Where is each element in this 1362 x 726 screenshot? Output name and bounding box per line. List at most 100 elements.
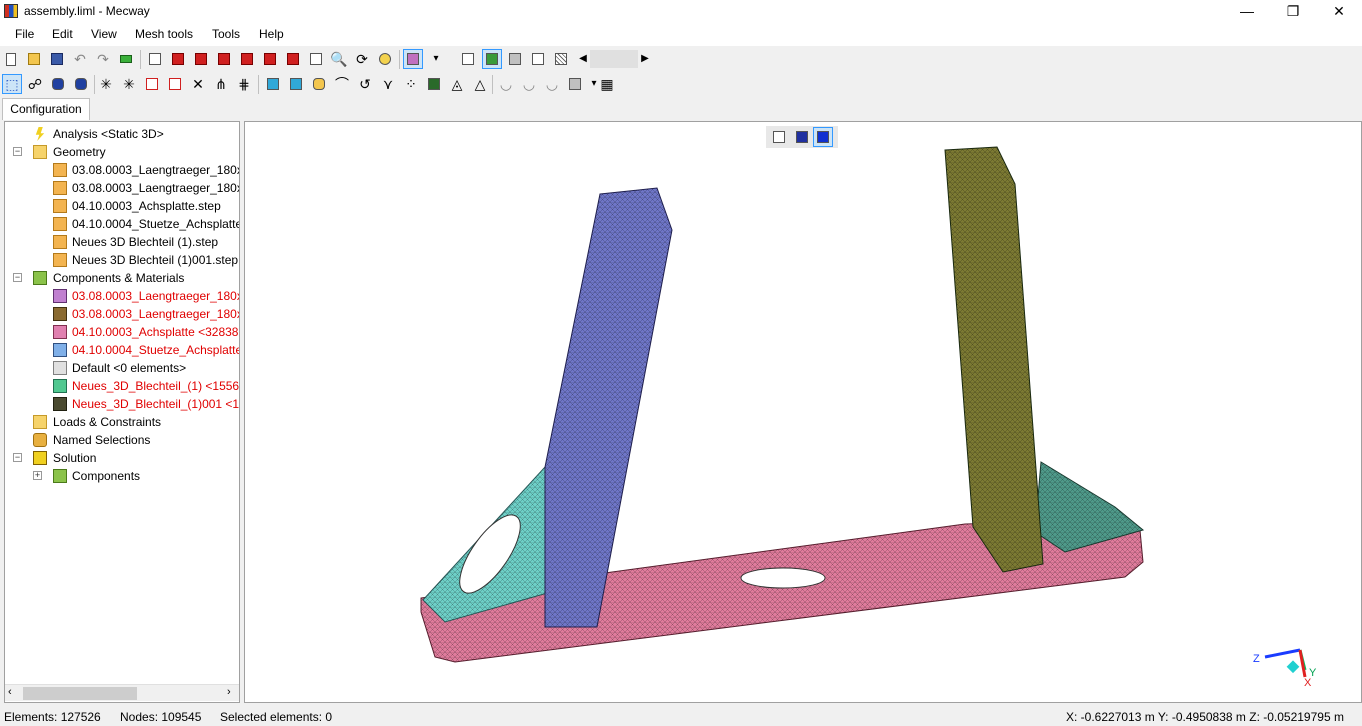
expand-icon[interactable]: + <box>33 471 42 480</box>
save-icon[interactable] <box>48 50 66 68</box>
shell-icon[interactable]: ◡ <box>497 75 515 93</box>
revolve-icon[interactable]: ↺ <box>356 75 374 93</box>
tab-configuration[interactable]: Configuration <box>2 98 90 120</box>
menu-help[interactable]: Help <box>259 27 284 41</box>
cylinder-icon[interactable] <box>310 75 328 93</box>
geometry-file-icon <box>53 235 67 249</box>
mesh-model[interactable]: Z Y X <box>245 122 1362 703</box>
rectangle-icon[interactable] <box>143 75 161 93</box>
refine-icon[interactable] <box>566 75 584 93</box>
geometry-file-icon <box>53 199 67 213</box>
view-top-icon[interactable] <box>261 50 279 68</box>
maximize-button[interactable]: ❐ <box>1270 0 1316 24</box>
minimize-button[interactable]: — <box>1224 0 1270 24</box>
open-folder-icon[interactable] <box>25 50 43 68</box>
triangle-mesh-icon[interactable]: ◬ <box>448 75 466 93</box>
menu-view[interactable]: View <box>91 27 117 41</box>
shell-2-icon[interactable]: ◡ <box>520 75 538 93</box>
mesh-icon[interactable] <box>552 50 570 68</box>
close-button[interactable]: ✕ <box>1316 0 1362 24</box>
rotate-icon[interactable]: ⟳ <box>353 50 371 68</box>
delete-icon[interactable]: ✕ <box>189 75 207 93</box>
view-iso-icon[interactable] <box>146 50 164 68</box>
component-icon <box>53 343 67 357</box>
model-viewport[interactable]: Z Y X <box>244 121 1362 703</box>
main-toolbar: ↶ ↷ 🔍 ⟳ ▾ ◀ ▶ <box>0 47 1362 72</box>
new-file-icon[interactable] <box>3 50 21 68</box>
toolbar-scroll-track[interactable] <box>590 50 638 68</box>
named-selection-icon <box>33 433 47 447</box>
shaded-icon[interactable] <box>482 49 502 69</box>
configuration-tree: Analysis <Static 3D> − Geometry 03.08.00… <box>4 121 240 703</box>
copy-icon[interactable] <box>287 75 305 93</box>
mecway-app-icon <box>4 4 18 18</box>
select-mode-icon[interactable] <box>403 49 423 69</box>
collapse-icon[interactable]: − <box>13 453 22 462</box>
grid-icon[interactable]: ▦ <box>598 75 616 93</box>
view-back-icon[interactable] <box>192 50 210 68</box>
solid-icon[interactable] <box>506 50 524 68</box>
view-left-icon[interactable] <box>215 50 233 68</box>
plate-hole <box>740 567 826 589</box>
collapse-icon[interactable]: − <box>13 273 22 282</box>
branch-icon[interactable]: ⋎ <box>379 75 397 93</box>
axis-triad: Z Y X <box>1253 648 1317 689</box>
wireframe-icon[interactable] <box>459 50 477 68</box>
select-dropdown-icon[interactable]: ▾ <box>427 50 445 68</box>
undo-icon[interactable]: ↶ <box>71 50 89 68</box>
mesh-toolbar: ⬚ ☍ ✳ ✳ ✕ ⋔ ⋕ ⌒ ↺ ⋎ ⁘ ◬ △ ◡ ◡ ◡ ▾ ▦ <box>0 72 1362 97</box>
title-bar: assembly.liml - Mecway — ❐ ✕ <box>0 0 1362 24</box>
menu-tools[interactable]: Tools <box>212 27 240 41</box>
merge-icon[interactable]: ⋕ <box>235 75 253 93</box>
status-coordinates: X: -0.6227013 m Y: -0.4950838 m Z: -0.05… <box>1066 710 1344 724</box>
split-icon[interactable]: ⋔ <box>212 75 230 93</box>
view-bottom-icon[interactable] <box>284 50 302 68</box>
sweep-icon[interactable]: ⌒ <box>333 75 351 93</box>
geometry-file-icon <box>53 181 67 195</box>
component-icon <box>33 271 47 285</box>
geometry-file-icon <box>53 217 67 231</box>
view-right-icon[interactable] <box>238 50 256 68</box>
layers-icon[interactable] <box>117 50 135 68</box>
component-icon <box>53 469 67 483</box>
status-nodes: Nodes: 109545 <box>120 710 202 724</box>
view-front-icon[interactable] <box>169 50 187 68</box>
select-node-icon[interactable]: ☍ <box>26 75 44 93</box>
select-face-icon[interactable] <box>72 75 90 93</box>
lightning-icon <box>35 127 45 141</box>
collapse-icon[interactable]: − <box>13 147 22 156</box>
geometry-file-icon <box>53 163 67 177</box>
menu-edit[interactable]: Edit <box>52 27 73 41</box>
loads-icon <box>33 415 47 429</box>
component-icon <box>53 361 67 375</box>
menu-mesh-tools[interactable]: Mesh tools <box>135 27 193 41</box>
zoom-icon[interactable]: 🔍 <box>330 50 348 68</box>
mirror-icon[interactable] <box>425 75 443 93</box>
component-icon <box>53 379 67 393</box>
scroll-left-icon[interactable]: ‹ <box>8 686 12 698</box>
triangle-icon[interactable]: △ <box>471 75 489 93</box>
status-elements: Elements: 127526 <box>4 710 101 724</box>
pointer-select-icon[interactable]: ⬚ <box>2 74 22 94</box>
shell-3-icon[interactable]: ◡ <box>543 75 561 93</box>
solution-icon <box>33 451 47 465</box>
status-bar: Elements: 127526 Nodes: 109545 Selected … <box>0 708 1362 726</box>
scatter-icon[interactable]: ⁘ <box>402 75 420 93</box>
zoom-fit-icon[interactable] <box>307 50 325 68</box>
explode-all-icon[interactable]: ✳ <box>120 75 138 93</box>
move-icon[interactable] <box>264 75 282 93</box>
folder-icon <box>33 145 47 159</box>
tree-horizontal-scrollbar[interactable]: ‹ › <box>5 684 239 701</box>
edges-icon[interactable] <box>529 50 547 68</box>
hex-element-icon[interactable] <box>166 75 184 93</box>
component-icon <box>53 397 67 411</box>
redo-icon[interactable]: ↷ <box>94 50 112 68</box>
select-element-icon[interactable] <box>49 75 67 93</box>
scroll-right-icon[interactable]: › <box>227 686 231 698</box>
menu-file[interactable]: File <box>15 27 34 41</box>
explode-icon[interactable]: ✳ <box>97 75 115 93</box>
scrollbar-thumb[interactable] <box>23 687 137 700</box>
component-icon <box>53 325 67 339</box>
pan-icon[interactable] <box>376 50 394 68</box>
scroll-right-icon[interactable]: ▶ <box>636 50 654 68</box>
